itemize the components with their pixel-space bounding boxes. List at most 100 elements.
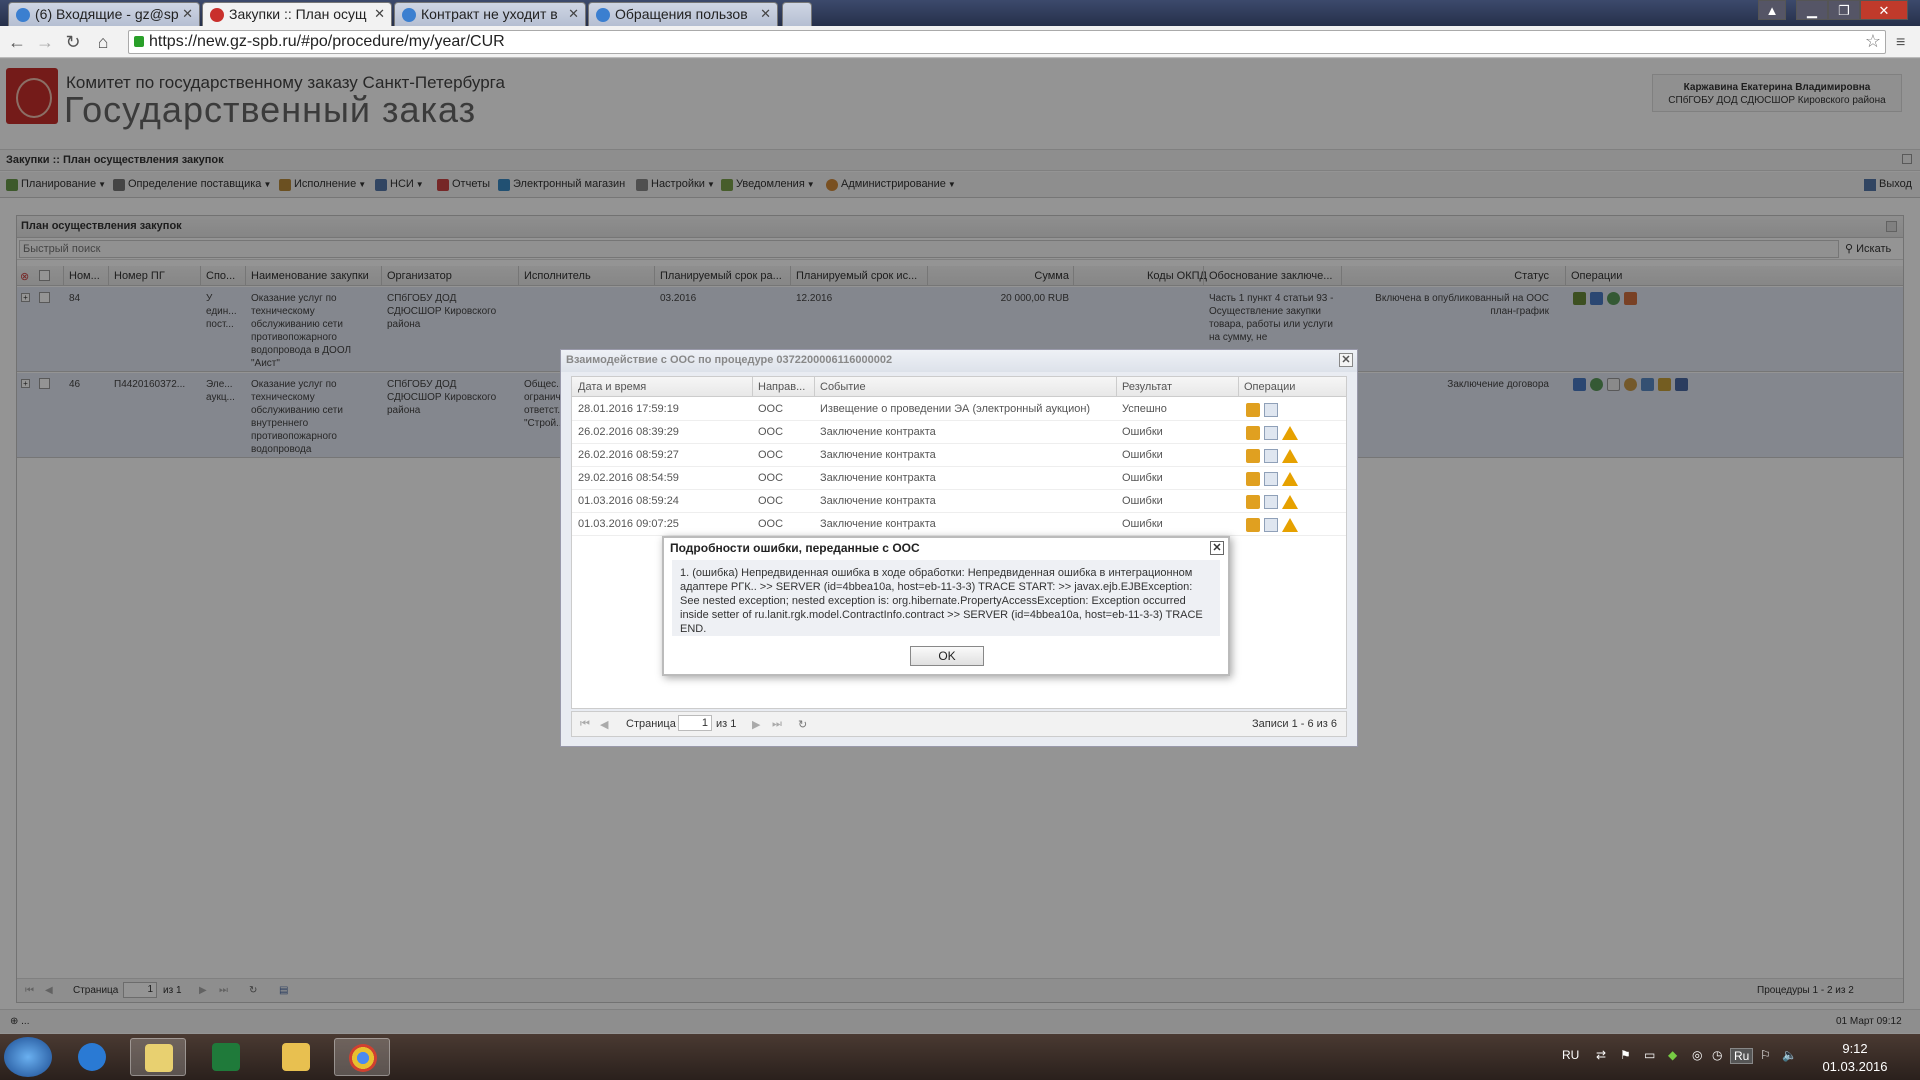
package-icon[interactable] <box>1246 426 1260 440</box>
taskbar-chrome[interactable] <box>334 1038 390 1076</box>
tray-flag-icon[interactable]: ⚑ <box>1620 1048 1631 1062</box>
table-row[interactable]: 29.02.2016 08:54:59 ООС Заключение контр… <box>572 467 1346 490</box>
window-user-icon[interactable]: ▲ <box>1758 0 1786 20</box>
minimize-icon[interactable]: ▁ <box>1796 0 1828 20</box>
col-result[interactable]: Результат <box>1122 381 1232 393</box>
cell-datetime: 26.02.2016 08:39:29 <box>578 426 679 438</box>
cell-direction: ООС <box>758 518 784 530</box>
cell-datetime: 28.01.2016 17:59:19 <box>578 403 679 415</box>
reload-icon[interactable]: ↻ <box>62 31 84 53</box>
clock-time: 9:12 <box>1842 1041 1868 1056</box>
taskbar-ie[interactable] <box>64 1038 120 1076</box>
browser-tabstrip: (6) Входящие - gz@sp ✕ Закупки :: План о… <box>0 0 1920 26</box>
table-row[interactable]: 26.02.2016 08:39:29 ООС Заключение контр… <box>572 421 1346 444</box>
taskbar-clock[interactable]: 9:12 01.03.2016 <box>1810 1040 1900 1076</box>
package-icon[interactable] <box>1246 495 1260 509</box>
cell-result: Ошибки <box>1122 426 1163 438</box>
package-icon[interactable] <box>1246 449 1260 463</box>
cell-result: Ошибки <box>1122 495 1163 507</box>
window-close-icon[interactable]: ✕ <box>1860 0 1908 20</box>
cell-event: Заключение контракта <box>820 472 936 484</box>
table-row[interactable]: 01.03.2016 09:07:25 ООС Заключение контр… <box>572 513 1346 536</box>
table-row[interactable]: 26.02.2016 08:59:27 ООС Заключение контр… <box>572 444 1346 467</box>
warning-icon[interactable] <box>1282 449 1298 463</box>
lock-icon <box>134 36 144 47</box>
ok-button[interactable]: OK <box>910 646 984 666</box>
package-icon[interactable] <box>1246 472 1260 486</box>
forward-icon[interactable]: → <box>34 31 56 53</box>
next-page-icon[interactable]: ▶ <box>752 718 760 731</box>
tray-flag-icon[interactable]: ⚐ <box>1760 1048 1771 1062</box>
help-icon <box>596 8 610 22</box>
tray-network-icon[interactable]: ⇄ <box>1596 1048 1606 1062</box>
tab-title: Закупки :: План осущ <box>229 6 367 22</box>
tab-title: Контракт не уходит в <box>421 6 558 22</box>
prev-page-icon[interactable]: ◀ <box>600 718 608 731</box>
taskbar-notes[interactable] <box>130 1038 186 1076</box>
page-input[interactable]: 1 <box>678 715 712 731</box>
tray-clock-app-icon[interactable]: ◷ <box>1712 1048 1722 1062</box>
records-summary: Записи 1 - 6 из 6 <box>1252 718 1337 730</box>
refresh-icon[interactable]: ↻ <box>798 718 807 731</box>
warning-icon[interactable] <box>1282 426 1298 440</box>
document-icon[interactable] <box>1264 518 1278 532</box>
document-icon[interactable] <box>1264 495 1278 509</box>
browser-tab-active[interactable]: Закупки :: План осущ ✕ <box>202 2 392 26</box>
volume-icon[interactable]: 🔈 <box>1782 1048 1797 1062</box>
home-icon[interactable]: ⌂ <box>92 31 114 53</box>
dialog-title-bar: Взаимодействие с ООС по процедуре 037220… <box>561 350 1357 372</box>
taskbar-explorer[interactable] <box>268 1038 324 1076</box>
close-icon[interactable]: ✕ <box>568 6 579 22</box>
cell-result: Ошибки <box>1122 518 1163 530</box>
cell-datetime: 01.03.2016 09:07:25 <box>578 518 679 530</box>
page-label: Страница <box>626 718 676 730</box>
browser-tab[interactable]: (6) Входящие - gz@sp ✕ <box>8 2 200 26</box>
language-indicator[interactable]: RU <box>1562 1048 1579 1062</box>
tray-device-icon[interactable]: ▭ <box>1644 1048 1655 1062</box>
bookmark-star-icon[interactable]: ☆ <box>1865 31 1881 52</box>
back-icon[interactable]: ← <box>6 31 28 53</box>
browser-menu-icon[interactable]: ≡ <box>1896 34 1905 52</box>
address-bar: ← → ↻ ⌂ https://new.gz-spb.ru/#po/proced… <box>0 26 1920 58</box>
page-of: из 1 <box>716 718 737 730</box>
col-direction[interactable]: Направ... <box>758 381 812 393</box>
taskbar-excel[interactable] <box>198 1038 254 1076</box>
last-page-icon[interactable]: ⏭ <box>772 718 782 731</box>
close-icon[interactable]: ✕ <box>1339 353 1353 367</box>
tray-update-icon[interactable]: ◎ <box>1692 1048 1702 1062</box>
tray-nvidia-icon[interactable]: ◆ <box>1668 1048 1677 1062</box>
table-row[interactable]: 01.03.2016 08:59:24 ООС Заключение контр… <box>572 490 1346 513</box>
col-datetime[interactable]: Дата и время <box>578 381 718 393</box>
warning-icon[interactable] <box>1282 472 1298 486</box>
first-page-icon[interactable]: ⏮ <box>580 718 590 731</box>
dialog-title-bar: Подробности ошибки, переданные с ООС ✕ <box>664 538 1228 558</box>
dialog-pager: ⏮ ◀ Страница 1 из 1 ▶ ⏭ ↻ Записи 1 - 6 и… <box>571 711 1347 737</box>
warning-icon[interactable] <box>1282 518 1298 532</box>
browser-tab[interactable]: Контракт не уходит в ✕ <box>394 2 586 26</box>
package-icon[interactable] <box>1246 403 1260 417</box>
col-event[interactable]: Событие <box>820 381 1110 393</box>
document-icon[interactable] <box>1264 426 1278 440</box>
url-input[interactable]: https://new.gz-spb.ru/#po/procedure/my/y… <box>128 30 1886 54</box>
tray-keyboard-layout[interactable]: Ru <box>1730 1048 1754 1064</box>
col-ops[interactable]: Операции <box>1244 381 1334 393</box>
document-icon[interactable] <box>1264 449 1278 463</box>
browser-tab[interactable]: Обращения пользов ✕ <box>588 2 778 26</box>
close-icon[interactable]: ✕ <box>182 6 193 22</box>
table-row[interactable]: 28.01.2016 17:59:19 ООС Извещение о пров… <box>572 398 1346 421</box>
close-icon[interactable]: ✕ <box>760 6 771 22</box>
warning-icon[interactable] <box>1282 495 1298 509</box>
site-favicon-icon <box>210 8 224 22</box>
package-icon[interactable] <box>1246 518 1260 532</box>
cell-result: Успешно <box>1122 403 1167 415</box>
maximize-icon[interactable]: ❐ <box>1828 0 1860 20</box>
close-icon[interactable]: ✕ <box>1210 541 1224 555</box>
grid-header: Дата и время Направ... Событие Результат… <box>572 377 1346 397</box>
new-tab-button[interactable] <box>782 2 812 26</box>
close-icon[interactable]: ✕ <box>374 6 385 22</box>
document-icon[interactable] <box>1264 472 1278 486</box>
cell-direction: ООС <box>758 403 784 415</box>
start-button[interactable] <box>4 1037 52 1077</box>
document-icon[interactable] <box>1264 403 1278 417</box>
error-details-dialog: Подробности ошибки, переданные с ООС ✕ 1… <box>662 536 1230 676</box>
